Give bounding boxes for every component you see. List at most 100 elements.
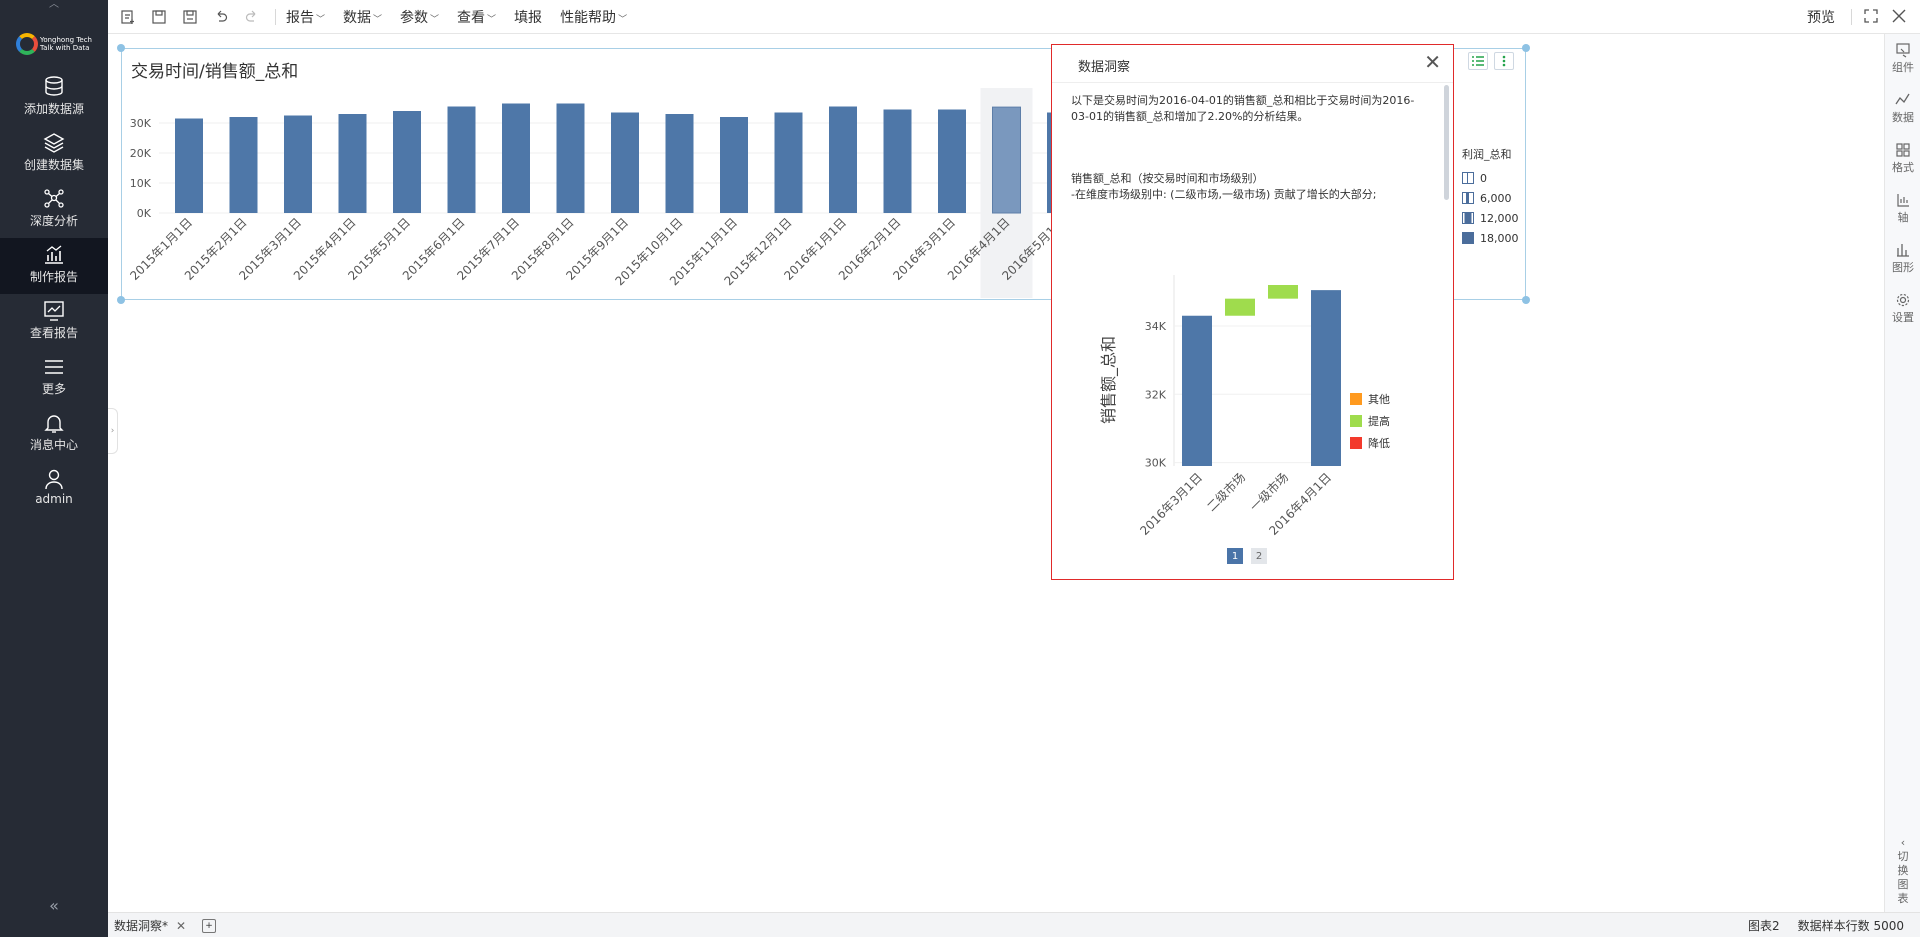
bar[interactable] xyxy=(502,103,530,214)
user-icon xyxy=(45,469,63,490)
menu-icon xyxy=(45,360,63,374)
list-icon[interactable] xyxy=(1468,52,1488,70)
bar[interactable] xyxy=(774,112,803,214)
close-tab-icon[interactable]: ✕ xyxy=(176,919,186,933)
panel-format[interactable]: 格式 xyxy=(1885,142,1920,175)
y-axis-label: 销售额_总和 xyxy=(1099,336,1119,424)
close-icon[interactable] xyxy=(1892,8,1906,27)
waterfall-bar[interactable] xyxy=(1268,285,1298,299)
menu-fill[interactable]: 填报 xyxy=(514,7,542,27)
legend-item[interactable]: 6,000 xyxy=(1462,188,1519,208)
panel-settings[interactable]: 设置 xyxy=(1885,292,1920,325)
collapse-sidebar-icon[interactable]: « xyxy=(0,896,108,915)
legend-label: 12,000 xyxy=(1480,211,1519,225)
chart-shape-icon xyxy=(1897,244,1909,257)
bar[interactable] xyxy=(829,106,857,214)
panel-data[interactable]: 数据 xyxy=(1885,92,1920,125)
save-as-icon[interactable] xyxy=(179,6,201,28)
nav-more[interactable]: 更多 xyxy=(0,350,108,406)
legend-label: 18,000 xyxy=(1480,231,1519,245)
more-options-icon[interactable] xyxy=(1494,52,1514,70)
waterfall-bar[interactable] xyxy=(1311,290,1341,466)
y-tick-label: 30K xyxy=(1145,457,1167,470)
menu-params[interactable]: 参数 ﹀ xyxy=(400,7,439,27)
chevron-down-icon: ﹀ xyxy=(373,14,383,25)
chevron-down-icon: ﹀ xyxy=(618,14,628,25)
legend-swatch xyxy=(1350,393,1362,405)
x-tick-label: 一级市场 xyxy=(1247,470,1292,515)
bar[interactable] xyxy=(611,112,639,214)
logo-text: Yonghong Tech xyxy=(39,36,92,44)
logo-tagline: Talk with Data xyxy=(39,44,90,52)
network-icon xyxy=(44,189,64,208)
switch-chart-button[interactable]: ‹ 切换图表 xyxy=(1885,836,1920,906)
add-sheet-icon[interactable]: + xyxy=(202,918,217,933)
bar[interactable] xyxy=(284,115,312,214)
waterfall-chart[interactable]: 30K32K34K销售额_总和2016年3月1日 二级市场 一级市场2016年4月1… xyxy=(1052,45,1453,545)
menu-data[interactable]: 数据 ﹀ xyxy=(343,7,382,27)
sheet-tab[interactable]: 数据洞察* ✕ + xyxy=(114,917,217,934)
bar[interactable] xyxy=(665,114,694,213)
bar[interactable] xyxy=(393,111,421,213)
fullscreen-icon[interactable] xyxy=(1864,8,1878,27)
new-report-icon[interactable] xyxy=(117,6,139,28)
nav-add-datasource[interactable]: 添加数据源 xyxy=(0,70,108,126)
page-button[interactable]: 1 xyxy=(1227,548,1243,564)
menu-report[interactable]: 报告 ﹀ xyxy=(286,7,325,27)
collapse-up-icon[interactable]: ︿ xyxy=(0,0,108,12)
preview-button[interactable]: 预览 xyxy=(1807,7,1835,27)
chevron-left-icon: ‹ xyxy=(1900,836,1906,849)
expand-panel-handle[interactable]: › xyxy=(108,408,118,454)
waterfall-bar[interactable] xyxy=(1182,315,1212,466)
bar[interactable] xyxy=(229,117,258,213)
redo-icon[interactable] xyxy=(241,6,263,28)
panel-label: 图形 xyxy=(1892,261,1914,274)
bar[interactable] xyxy=(447,106,476,214)
toolbar-divider xyxy=(275,8,276,25)
undo-icon[interactable] xyxy=(210,6,232,28)
nav-user-admin[interactable]: admin xyxy=(0,462,108,518)
nav-make-report[interactable]: 制作报告 xyxy=(0,238,108,294)
switch-chart-label: 切换图表 xyxy=(1897,850,1909,905)
bar-chart-icon xyxy=(45,245,63,264)
bar[interactable] xyxy=(720,117,748,213)
nav-label: 制作报告 xyxy=(29,270,78,284)
chevron-down-icon: ﹀ xyxy=(316,14,326,25)
bar[interactable] xyxy=(938,109,966,214)
nav-label: 创建数据集 xyxy=(23,158,84,172)
panel-components[interactable]: 组件 xyxy=(1885,42,1920,75)
legend-item[interactable]: 0 xyxy=(1462,168,1519,188)
bar[interactable] xyxy=(556,103,585,214)
y-tick-label: 34K xyxy=(1145,320,1167,333)
waterfall-bar[interactable] xyxy=(1225,298,1255,316)
y-tick-label: 20K xyxy=(130,147,152,160)
nav-message-center[interactable]: 消息中心 xyxy=(0,406,108,462)
bar[interactable] xyxy=(175,118,203,214)
bar[interactable] xyxy=(338,114,367,213)
top-toolbar: 报告 ﹀ 数据 ﹀ 参数 ﹀ 查看 ﹀ 填报 性能帮助 ﹀ 预览 xyxy=(108,0,1920,34)
legend-label: 其他 xyxy=(1368,393,1390,406)
legend-label: 提高 xyxy=(1368,414,1390,428)
page-button[interactable]: 2 xyxy=(1251,548,1267,564)
menu-view[interactable]: 查看 ﹀ xyxy=(457,7,496,27)
panel-label: 格式 xyxy=(1892,161,1914,174)
line-chart-icon xyxy=(44,301,64,321)
bar[interactable] xyxy=(883,109,912,214)
component-icon xyxy=(1896,43,1910,58)
panel-axis[interactable]: 轴 xyxy=(1885,192,1920,225)
database-icon xyxy=(45,76,63,96)
nav-view-report[interactable]: 查看报告 xyxy=(0,294,108,350)
sheet-tab-label: 数据洞察* xyxy=(114,919,169,933)
nav-deep-analysis[interactable]: 深度分析 xyxy=(0,182,108,238)
legend-item[interactable]: 12,000 xyxy=(1462,208,1519,228)
y-tick-label: 32K xyxy=(1145,388,1167,401)
nav-create-dataset[interactable]: 创建数据集 xyxy=(0,126,108,182)
menu-label: 查看 xyxy=(457,9,486,26)
bar[interactable] xyxy=(992,106,1021,214)
save-icon[interactable] xyxy=(148,6,170,28)
menu-performance-help[interactable]: 性能帮助 ﹀ xyxy=(560,7,627,27)
panel-shape[interactable]: 图形 xyxy=(1885,242,1920,275)
legend-swatch xyxy=(1462,212,1474,224)
legend-item[interactable]: 18,000 xyxy=(1462,228,1519,248)
chart-tools xyxy=(1468,52,1514,70)
